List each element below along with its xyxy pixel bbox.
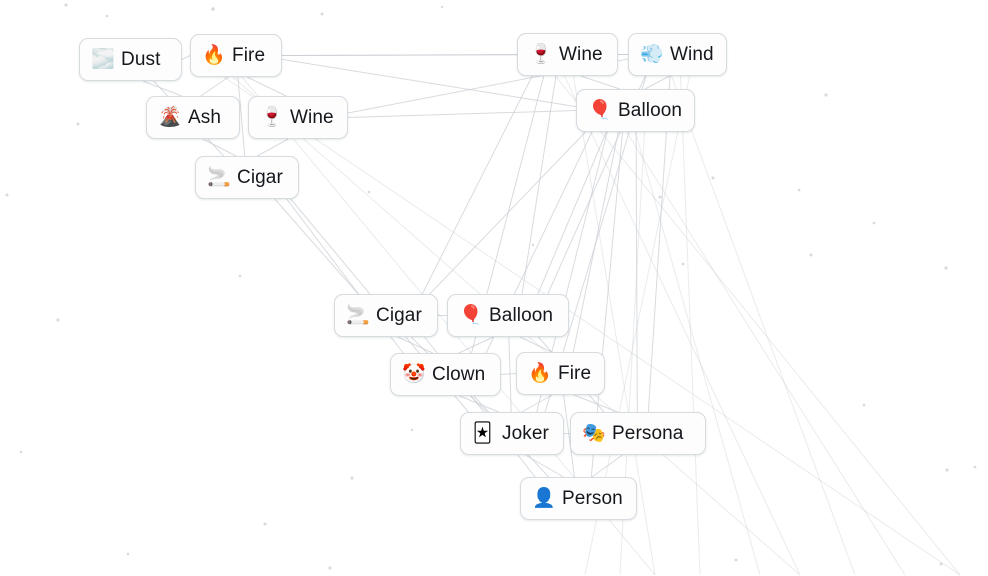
- dashing-away-icon: 💨: [640, 43, 664, 65]
- cigarette-icon: 🚬: [207, 166, 231, 188]
- node-label: Wind: [670, 44, 714, 65]
- balloon-icon: 🎈: [588, 99, 612, 121]
- node-label: Clown: [432, 364, 486, 385]
- cigarette-icon: 🚬: [346, 304, 370, 326]
- node-cigar1[interactable]: 🚬 Cigar: [195, 156, 299, 199]
- node-label: Persona: [612, 423, 684, 444]
- node-clown[interactable]: 🤡 Clown: [390, 353, 501, 396]
- node-label: Person: [562, 488, 623, 509]
- node-label: Fire: [558, 363, 592, 384]
- fog-icon: 🌫️: [91, 48, 115, 70]
- node-label: Ash: [188, 107, 222, 128]
- node-person[interactable]: 👤 Person: [520, 477, 637, 520]
- bust-silhouette-icon: 👤: [532, 487, 556, 509]
- node-wine2[interactable]: 🍷 Wine: [517, 33, 618, 76]
- node-persona[interactable]: 🎭 Persona: [570, 412, 706, 455]
- balloon-icon: 🎈: [459, 304, 483, 326]
- node-dust[interactable]: 🌫️ Dust: [79, 38, 182, 81]
- fire-icon: 🔥: [528, 362, 552, 384]
- node-label: Cigar: [376, 305, 422, 326]
- node-label: Fire: [232, 45, 266, 66]
- volcano-icon: 🌋: [158, 106, 182, 128]
- node-joker[interactable]: 🃏 Joker: [460, 412, 564, 455]
- node-label: Joker: [502, 423, 549, 444]
- node-fire2[interactable]: 🔥 Fire: [516, 352, 605, 395]
- node-ash[interactable]: 🌋 Ash: [146, 96, 240, 139]
- node-label: Dust: [121, 49, 161, 70]
- node-label: Balloon: [618, 100, 683, 121]
- graph-canvas[interactable]: 🌫️ Dust 🔥 Fire 🌋 Ash 🍷 Wine 🚬 Cigar 🍷 Wine 💨 Wind 🎈 Bal…: [0, 0, 988, 576]
- node-balloon2[interactable]: 🎈 Balloon: [447, 294, 569, 337]
- node-label: Balloon: [489, 305, 554, 326]
- node-balloon1[interactable]: 🎈 Balloon: [576, 89, 695, 132]
- node-cigar2[interactable]: 🚬 Cigar: [334, 294, 438, 337]
- node-label: Cigar: [237, 167, 283, 188]
- fire-icon: 🔥: [202, 44, 226, 66]
- performing-arts-icon: 🎭: [582, 422, 606, 444]
- joker-card-icon: 🃏: [472, 422, 493, 444]
- node-label: Wine: [290, 107, 334, 128]
- node-layer[interactable]: 🌫️ Dust 🔥 Fire 🌋 Ash 🍷 Wine 🚬 Cigar 🍷 Wine 💨 Wind 🎈 Bal…: [0, 0, 988, 576]
- wine-glass-icon: 🍷: [260, 106, 284, 128]
- node-wind[interactable]: 💨 Wind: [628, 33, 727, 76]
- node-fire1[interactable]: 🔥 Fire: [190, 34, 282, 77]
- node-wine1[interactable]: 🍷 Wine: [248, 96, 348, 139]
- wine-glass-icon: 🍷: [529, 43, 553, 65]
- clown-face-icon: 🤡: [402, 363, 426, 385]
- node-label: Wine: [559, 44, 603, 65]
